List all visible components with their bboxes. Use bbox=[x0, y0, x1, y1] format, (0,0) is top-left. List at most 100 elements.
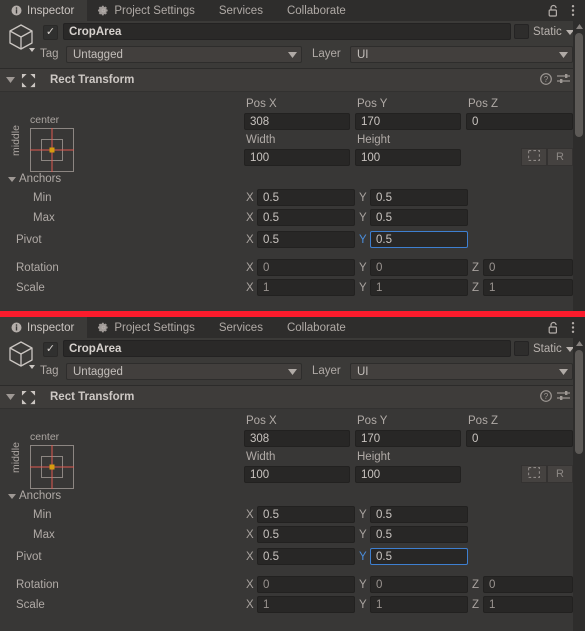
scale-x-field[interactable]: 1 bbox=[257, 279, 355, 296]
tab-collaborate[interactable]: Collaborate bbox=[276, 0, 359, 21]
blueprint-mode-button-2[interactable] bbox=[521, 465, 547, 483]
pivot-y-field-2[interactable]: 0.5 bbox=[370, 548, 468, 565]
height-field-2[interactable]: 100 bbox=[355, 466, 461, 483]
gear-icon bbox=[98, 322, 109, 333]
rotation-y-axis-2: Y bbox=[359, 579, 367, 591]
svg-text:?: ? bbox=[544, 75, 549, 84]
layer-dropdown[interactable]: UI bbox=[350, 46, 573, 63]
pos-z-label-2: Pos Z bbox=[468, 415, 499, 427]
scale-y-field-2[interactable]: 1 bbox=[370, 596, 468, 613]
gameobject-header-2: ✓ CropArea Static Tag Untagged Layer UI bbox=[0, 338, 585, 386]
kebab-menu-icon[interactable] bbox=[564, 1, 581, 20]
static-checkbox[interactable] bbox=[514, 24, 529, 39]
rotation-x-field[interactable]: 0 bbox=[257, 259, 355, 276]
anchor-min-x-field[interactable]: 0.5 bbox=[257, 189, 355, 206]
tab-services[interactable]: Services bbox=[208, 0, 276, 21]
rotation-z-field-2[interactable]: 0 bbox=[483, 576, 573, 593]
preset-icon[interactable] bbox=[557, 390, 570, 405]
anchors-section-header-2[interactable]: Anchors bbox=[8, 490, 61, 502]
pos-z-field[interactable]: 0 bbox=[466, 113, 573, 130]
anchor-max-y-field[interactable]: 0.5 bbox=[370, 209, 468, 226]
tab-project-settings-2[interactable]: Project Settings bbox=[87, 317, 208, 338]
scale-z-field-2[interactable]: 1 bbox=[483, 596, 573, 613]
preset-icon[interactable] bbox=[557, 73, 570, 88]
gameobject-header: ✓ CropArea Static Tag Untagged Layer UI bbox=[0, 21, 585, 69]
layer-dropdown-2[interactable]: UI bbox=[350, 363, 573, 380]
component-header-rect-transform[interactable]: Rect Transform ? bbox=[0, 69, 585, 92]
anchor-max-x-field-2[interactable]: 0.5 bbox=[257, 526, 355, 543]
pos-y-field[interactable]: 170 bbox=[355, 113, 461, 130]
gameobject-enabled-checkbox-2[interactable]: ✓ bbox=[43, 342, 58, 357]
anchor-min-x-field-2[interactable]: 0.5 bbox=[257, 506, 355, 523]
width-label: Width bbox=[246, 134, 276, 146]
anchor-max-label-2: Max bbox=[33, 529, 55, 541]
scale-x-field-2[interactable]: 1 bbox=[257, 596, 355, 613]
raw-edit-mode-button[interactable]: R bbox=[547, 148, 573, 166]
tag-dropdown-2[interactable]: Untagged bbox=[66, 363, 302, 380]
scroll-up-arrow-icon[interactable] bbox=[573, 21, 585, 31]
anchor-preset-widget-2[interactable]: center middle bbox=[10, 431, 78, 489]
scroll-up-arrow-icon[interactable] bbox=[573, 338, 585, 348]
rotation-y-field-2[interactable]: 0 bbox=[370, 576, 468, 593]
component-header-rect-transform-2[interactable]: Rect Transform ? bbox=[0, 386, 585, 409]
lock-open-icon[interactable] bbox=[545, 318, 562, 337]
pivot-x-field-2[interactable]: 0.5 bbox=[257, 548, 355, 565]
anchor-min-y-field[interactable]: 0.5 bbox=[370, 189, 468, 206]
scale-y-field[interactable]: 1 bbox=[370, 279, 468, 296]
pos-x-label-2: Pos X bbox=[246, 415, 277, 427]
scale-z-axis: Z bbox=[472, 282, 480, 294]
vertical-scrollbar[interactable] bbox=[573, 21, 585, 311]
rotation-z-axis-2: Z bbox=[472, 579, 480, 591]
pivot-y-field[interactable]: 0.5 bbox=[370, 231, 468, 248]
pivot-y-axis: Y bbox=[359, 234, 367, 246]
raw-edit-mode-button-2[interactable]: R bbox=[547, 465, 573, 483]
height-label: Height bbox=[357, 134, 391, 146]
vertical-scrollbar-2[interactable] bbox=[573, 338, 585, 631]
triangle-down-icon bbox=[8, 490, 16, 502]
pos-x-field[interactable]: 308 bbox=[244, 113, 350, 130]
anchor-max-x-field[interactable]: 0.5 bbox=[257, 209, 355, 226]
anchor-preset-vertical-label-2: middle bbox=[10, 442, 22, 473]
triangle-down-icon[interactable] bbox=[2, 69, 18, 91]
tab-project-settings[interactable]: Project Settings bbox=[87, 0, 208, 21]
pos-z-field-2[interactable]: 0 bbox=[466, 430, 573, 447]
triangle-down-icon[interactable] bbox=[2, 386, 18, 408]
scale-z-field[interactable]: 1 bbox=[483, 279, 573, 296]
scrollbar-thumb[interactable] bbox=[575, 33, 583, 137]
anchors-section-header[interactable]: Anchors bbox=[8, 173, 61, 185]
gameobject-enabled-checkbox[interactable]: ✓ bbox=[43, 25, 58, 40]
blueprint-mode-button[interactable] bbox=[521, 148, 547, 166]
tab-inspector-label-2: Inspector bbox=[27, 321, 75, 334]
chevron-down-icon bbox=[288, 366, 297, 378]
anchor-max-y-field-2[interactable]: 0.5 bbox=[370, 526, 468, 543]
anchor-preset-horizontal-label: center bbox=[30, 114, 60, 126]
anchor-min-label: Min bbox=[33, 192, 52, 204]
tab-inspector[interactable]: Inspector bbox=[0, 0, 88, 21]
gameobject-name-field-2[interactable]: CropArea bbox=[63, 340, 511, 357]
tab-services-2[interactable]: Services bbox=[208, 317, 276, 338]
height-field[interactable]: 100 bbox=[355, 149, 461, 166]
anchor-min-y-field-2[interactable]: 0.5 bbox=[370, 506, 468, 523]
gameobject-name-field[interactable]: CropArea bbox=[63, 23, 511, 40]
rotation-x-field-2[interactable]: 0 bbox=[257, 576, 355, 593]
rotation-z-field[interactable]: 0 bbox=[483, 259, 573, 276]
info-icon bbox=[11, 5, 22, 16]
kebab-menu-icon[interactable] bbox=[564, 318, 581, 337]
anchor-preset-widget[interactable]: center middle bbox=[10, 114, 78, 172]
pos-y-field-2[interactable]: 170 bbox=[355, 430, 461, 447]
help-icon[interactable]: ? bbox=[540, 389, 552, 405]
width-field[interactable]: 100 bbox=[244, 149, 350, 166]
rect-transform-body: center middle Pos X Pos Y Pos Z 308 170 … bbox=[0, 92, 585, 311]
checkmark-icon: ✓ bbox=[45, 343, 56, 355]
help-icon[interactable]: ? bbox=[540, 72, 552, 88]
pivot-x-field[interactable]: 0.5 bbox=[257, 231, 355, 248]
tag-dropdown[interactable]: Untagged bbox=[66, 46, 302, 63]
lock-open-icon[interactable] bbox=[545, 1, 562, 20]
static-checkbox-2[interactable] bbox=[514, 341, 529, 356]
tab-collaborate-2[interactable]: Collaborate bbox=[276, 317, 359, 338]
rotation-y-field[interactable]: 0 bbox=[370, 259, 468, 276]
width-field-2[interactable]: 100 bbox=[244, 466, 350, 483]
tab-inspector-2[interactable]: Inspector bbox=[0, 317, 88, 338]
pos-x-field-2[interactable]: 308 bbox=[244, 430, 350, 447]
scrollbar-thumb-2[interactable] bbox=[575, 350, 583, 454]
